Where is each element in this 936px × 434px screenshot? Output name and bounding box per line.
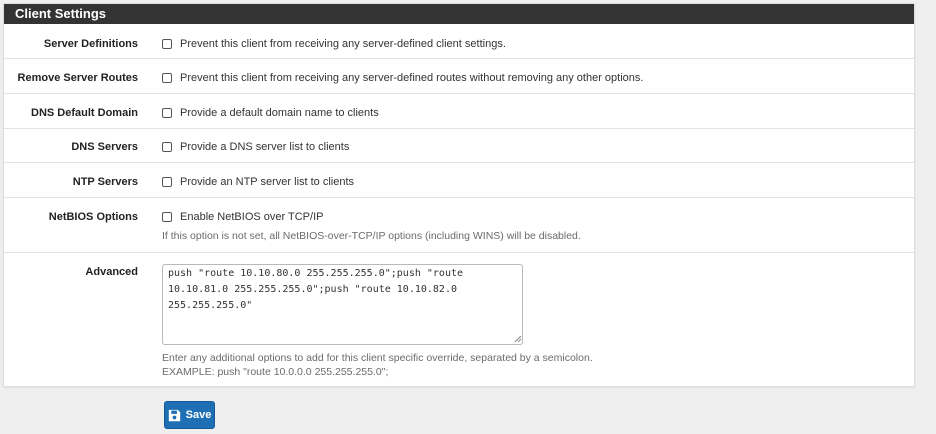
dns-default-domain-checkbox[interactable]	[162, 108, 172, 118]
server-definitions-checkbox[interactable]	[162, 39, 172, 49]
netbios-options-label: NetBIOS Options	[48, 211, 138, 223]
ntp-servers-checkbox-label[interactable]: Provide an NTP server list to clients	[180, 176, 354, 188]
dns-default-domain-field: Provide a default domain name to clients	[162, 107, 904, 119]
client-settings-panel: Client Settings Server Definitions Preve…	[3, 3, 915, 387]
netbios-options-field: Enable NetBIOS over TCP/IP	[162, 211, 904, 223]
row-server-definitions: Server Definitions Prevent this client f…	[4, 24, 914, 59]
dns-default-domain-label: DNS Default Domain	[31, 107, 138, 119]
dns-servers-field: Provide a DNS server list to clients	[162, 141, 904, 153]
netbios-help-text: If this option is not set, all NetBIOS-o…	[162, 230, 581, 242]
dns-servers-checkbox[interactable]	[162, 142, 172, 152]
remove-server-routes-field: Prevent this client from receiving any s…	[162, 72, 904, 84]
dns-default-domain-checkbox-label[interactable]: Provide a default domain name to clients	[180, 107, 379, 119]
server-definitions-field: Prevent this client from receiving any s…	[162, 38, 904, 50]
panel-title: Client Settings	[4, 4, 914, 24]
ntp-servers-field: Provide an NTP server list to clients	[162, 176, 904, 188]
advanced-help-text: Enter any additional options to add for …	[162, 351, 904, 379]
advanced-label: Advanced	[85, 266, 138, 278]
row-dns-servers: DNS Servers Provide a DNS server list to…	[4, 129, 914, 163]
netbios-checkbox[interactable]	[162, 212, 172, 222]
save-button[interactable]: Save	[164, 401, 215, 429]
ntp-servers-checkbox[interactable]	[162, 177, 172, 187]
advanced-help-line-1: Enter any additional options to add for …	[162, 352, 593, 364]
netbios-checkbox-label[interactable]: Enable NetBIOS over TCP/IP	[180, 211, 323, 223]
row-advanced: Advanced push "route 10.10.80.0 255.255.…	[4, 253, 914, 386]
remove-server-routes-label: Remove Server Routes	[17, 72, 138, 84]
remove-server-routes-checkbox[interactable]	[162, 73, 172, 83]
advanced-textarea[interactable]: push "route 10.10.80.0 255.255.255.0";pu…	[162, 264, 523, 345]
save-button-label: Save	[185, 409, 212, 421]
row-dns-default-domain: DNS Default Domain Provide a default dom…	[4, 94, 914, 129]
remove-server-routes-checkbox-label[interactable]: Prevent this client from receiving any s…	[180, 72, 643, 84]
server-definitions-label: Server Definitions	[43, 38, 138, 50]
row-remove-server-routes: Remove Server Routes Prevent this client…	[4, 59, 914, 94]
advanced-help-line-2: EXAMPLE: push "route 10.0.0.0 255.255.25…	[162, 366, 389, 378]
save-icon	[168, 409, 180, 421]
server-definitions-checkbox-label[interactable]: Prevent this client from receiving any s…	[180, 38, 506, 50]
dns-servers-label: DNS Servers	[71, 141, 138, 153]
row-ntp-servers: NTP Servers Provide an NTP server list t…	[4, 163, 914, 198]
row-netbios-options: NetBIOS Options Enable NetBIOS over TCP/…	[4, 198, 914, 253]
dns-servers-checkbox-label[interactable]: Provide a DNS server list to clients	[180, 141, 349, 153]
ntp-servers-label: NTP Servers	[72, 176, 138, 188]
